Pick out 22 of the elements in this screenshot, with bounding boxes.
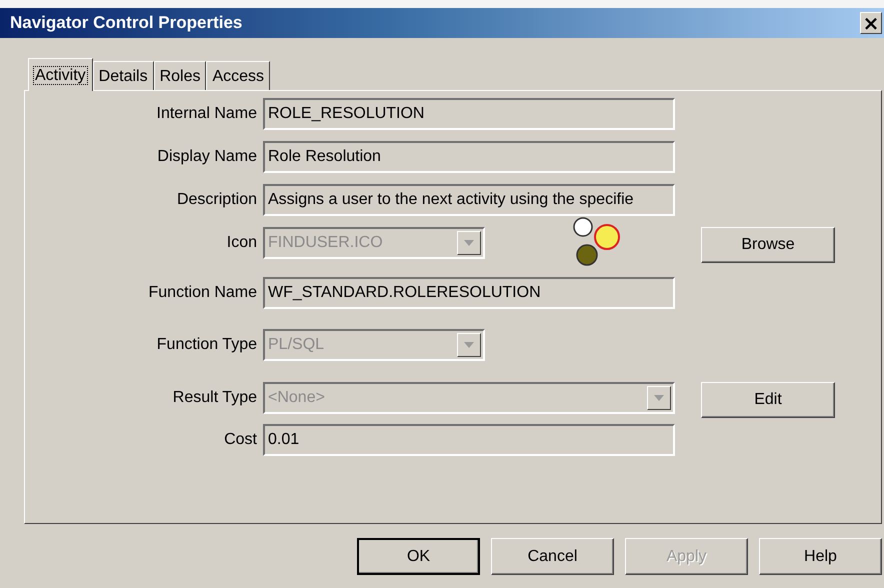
close-button[interactable]: × (860, 12, 882, 34)
text-field[interactable]: Assigns a user to the next activity using the specifie (263, 184, 675, 216)
field-label: Description (176, 190, 258, 210)
tab[interactable]: Roles (154, 61, 206, 90)
tab[interactable]: Access (206, 61, 270, 90)
field-label: Result Type (172, 388, 258, 408)
window-title: Navigator Control Properties (10, 13, 242, 33)
field-label: Cost (223, 430, 258, 450)
text-field[interactable]: Role Resolution (263, 141, 675, 173)
dialog-button[interactable]: Help (759, 538, 882, 575)
text-field[interactable]: WF_STANDARD.ROLERESOLUTION (263, 277, 675, 309)
field-label: Internal Name (156, 104, 258, 124)
tab[interactable]: Details (92, 61, 154, 90)
field-label: Function Type (156, 335, 258, 355)
text-field[interactable]: 0.01 (263, 424, 675, 456)
dialog-button[interactable]: Cancel (491, 538, 614, 575)
field-label: Icon (226, 233, 258, 253)
field-label: Display Name (156, 147, 258, 167)
tab[interactable]: Activity (28, 58, 93, 91)
dialog-button[interactable]: OK (357, 538, 480, 575)
field-label: Function Name (148, 283, 258, 303)
text-field[interactable]: ROLE_RESOLUTION (263, 98, 675, 130)
